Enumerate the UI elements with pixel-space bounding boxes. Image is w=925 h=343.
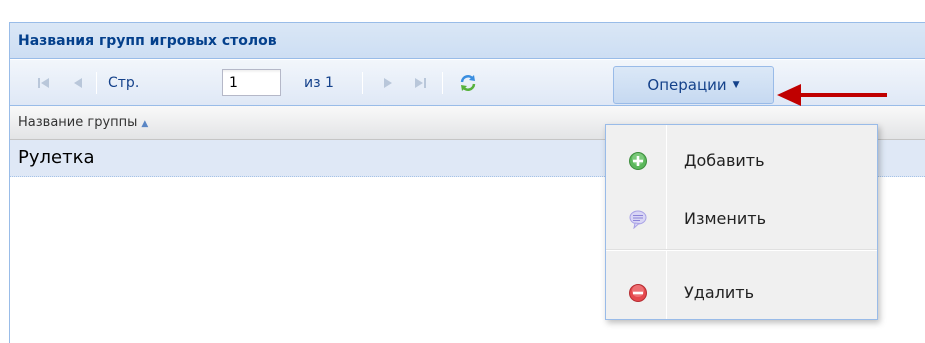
menu-item-label: Удалить	[684, 283, 754, 302]
menu-separator	[606, 249, 877, 251]
operations-menu: Добавить Изменить Удалить	[605, 124, 878, 320]
next-page-icon[interactable]	[378, 73, 398, 93]
page-number-input[interactable]	[222, 69, 281, 96]
menu-item-add[interactable]: Добавить	[606, 133, 877, 189]
edit-icon	[628, 209, 648, 230]
column-header-label: Название группы	[18, 115, 138, 130]
delete-icon	[628, 283, 648, 303]
chevron-down-icon: ▼	[732, 80, 740, 90]
toolbar-separator	[362, 72, 363, 94]
operations-button[interactable]: Операции ▼	[613, 66, 774, 104]
menu-item-edit[interactable]: Изменить	[606, 191, 877, 247]
toolbar-separator	[442, 72, 443, 94]
prev-page-icon[interactable]	[68, 73, 88, 93]
column-header-group-name[interactable]: Название группы ▲	[18, 115, 148, 130]
operations-label: Операции	[647, 76, 727, 94]
menu-item-label: Добавить	[684, 151, 765, 170]
toolbar-separator	[96, 72, 97, 94]
refresh-icon[interactable]	[458, 73, 478, 93]
annotation-arrow-icon	[777, 84, 887, 106]
sort-ascending-icon: ▲	[141, 119, 149, 129]
panel-title: Названия групп игровых столов	[18, 33, 277, 49]
last-page-icon[interactable]	[410, 73, 430, 93]
page-count-label: из 1	[304, 75, 334, 91]
menu-item-label: Изменить	[684, 209, 766, 228]
page-label: Стр.	[108, 75, 140, 91]
menu-item-delete[interactable]: Удалить	[606, 265, 877, 321]
panel-header: Названия групп игровых столов	[10, 23, 925, 59]
table-cell: Рулетка	[18, 147, 95, 168]
first-page-icon[interactable]	[34, 73, 54, 93]
add-icon	[628, 151, 648, 171]
